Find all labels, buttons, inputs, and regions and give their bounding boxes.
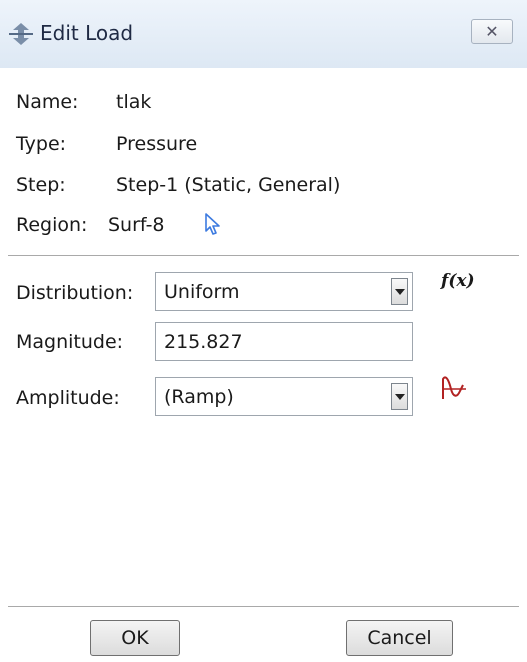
ok-button-label: OK: [121, 627, 149, 649]
separator-bottom: [8, 606, 519, 607]
ok-button[interactable]: OK: [90, 620, 180, 656]
magnitude-label: Magnitude:: [16, 331, 124, 353]
step-value: Step-1 (Static, General): [116, 174, 341, 196]
chevron-down-icon[interactable]: [391, 278, 408, 305]
chevron-down-icon[interactable]: [391, 383, 408, 410]
fx-function-icon[interactable]: f(x): [441, 271, 475, 291]
distribution-label: Distribution:: [16, 282, 134, 304]
dialog-title: Edit Load: [40, 21, 134, 45]
type-label: Type:: [16, 133, 67, 155]
close-icon: ✕: [485, 22, 499, 41]
load-arrows-icon: [9, 23, 33, 45]
separator-top: [8, 255, 519, 256]
close-button[interactable]: ✕: [471, 19, 513, 44]
distribution-value: Uniform: [164, 281, 240, 303]
step-label: Step:: [16, 174, 66, 196]
magnitude-field[interactable]: [155, 322, 413, 361]
create-amplitude-icon[interactable]: [440, 375, 468, 401]
type-value: Pressure: [116, 133, 198, 155]
amplitude-label: Amplitude:: [16, 387, 120, 409]
name-value: tlak: [116, 91, 152, 113]
cancel-button[interactable]: Cancel: [346, 620, 453, 656]
amplitude-value: (Ramp): [164, 386, 234, 408]
region-value: Surf-8: [108, 214, 165, 236]
title-bar[interactable]: Edit Load ✕: [0, 0, 527, 68]
amplitude-select[interactable]: (Ramp): [155, 377, 413, 416]
name-label: Name:: [16, 91, 79, 113]
edit-load-dialog: Edit Load ✕ Name: tlak Type: Pressure St…: [0, 0, 527, 662]
distribution-select[interactable]: Uniform: [155, 272, 413, 311]
select-region-cursor-icon[interactable]: [204, 213, 222, 235]
cancel-button-label: Cancel: [367, 627, 432, 649]
region-label: Region:: [16, 214, 88, 236]
